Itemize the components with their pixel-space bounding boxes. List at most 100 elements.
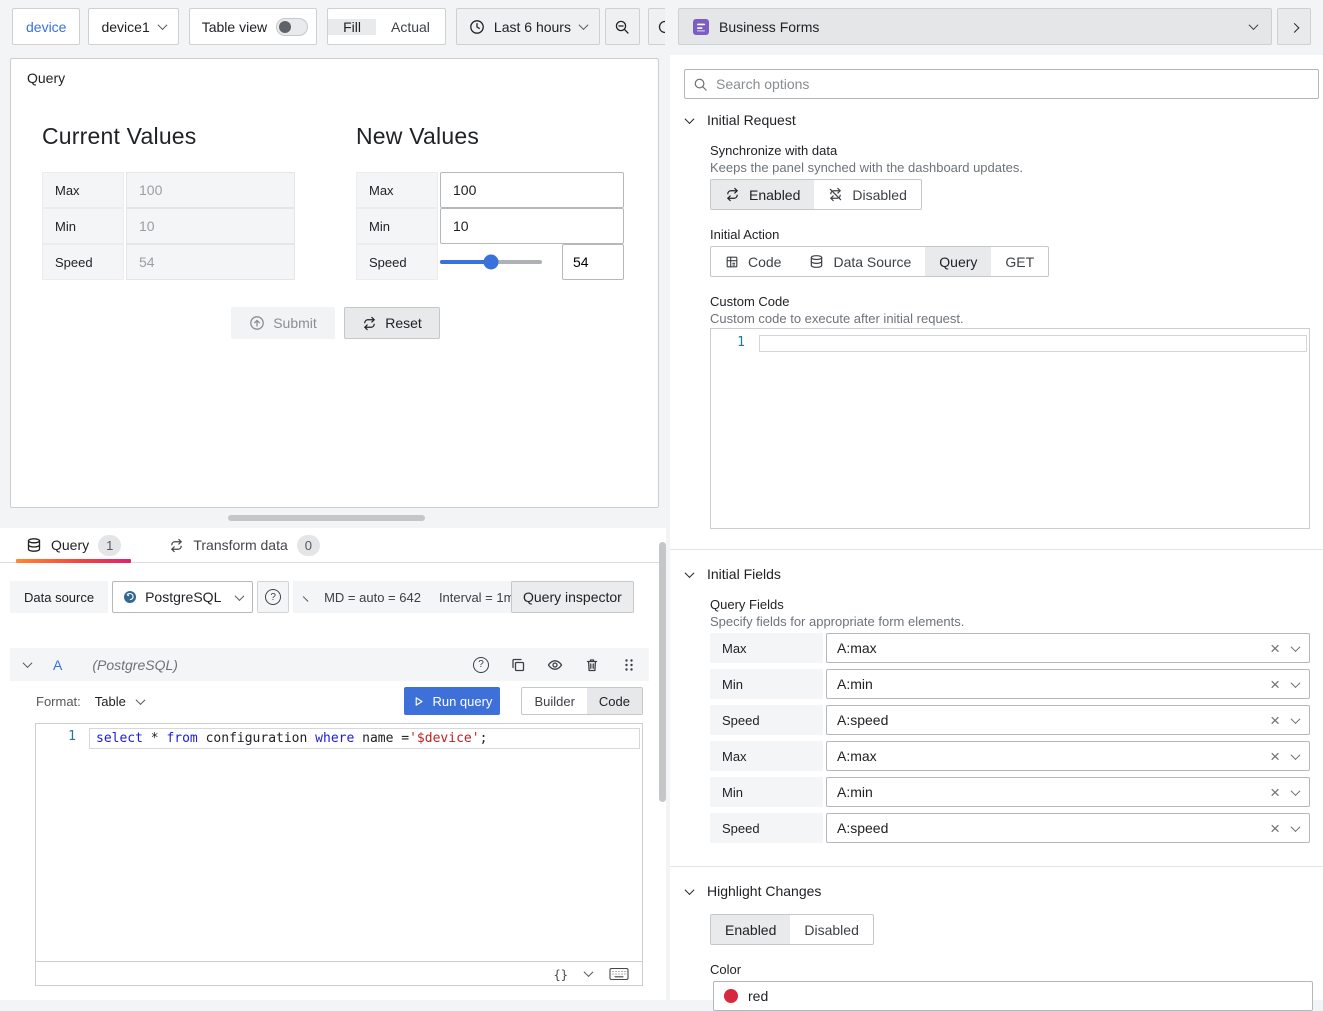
section-divider (670, 866, 1323, 867)
section-title: Initial Request (707, 112, 796, 128)
query-inspector-button[interactable]: Query inspector (511, 581, 634, 613)
section-initial-fields[interactable]: Initial Fields (686, 566, 781, 582)
field-label: Max (356, 172, 438, 208)
new-speed-input[interactable] (562, 244, 624, 280)
field-row-select[interactable]: A:max × (826, 633, 1310, 663)
variable-label: device (26, 19, 66, 35)
field-row-select[interactable]: A:min × (826, 669, 1310, 699)
line-number: 1 (711, 329, 759, 528)
left-pane-scrollbar[interactable] (659, 542, 666, 802)
initial-action-label: Initial Action (710, 227, 779, 242)
action-code-option[interactable]: Code (711, 247, 795, 276)
field-row: Max A:max × (710, 633, 1310, 663)
chevron-down-icon[interactable] (1291, 822, 1301, 832)
pane-resize-handle[interactable] (228, 515, 425, 521)
action-get-option[interactable]: GET (991, 247, 1048, 276)
clear-icon[interactable]: × (1270, 712, 1280, 729)
option-label: Data Source (833, 254, 911, 270)
fill-option[interactable]: Fill (328, 19, 376, 35)
collapse-options-button[interactable] (1277, 8, 1311, 45)
variable-value-dropdown[interactable]: device1 (88, 8, 178, 45)
chevron-down-icon[interactable] (23, 658, 33, 668)
datasource-bar: Data source PostgreSQL MD = auto = 642 I… (10, 581, 648, 613)
time-range-picker[interactable]: Last 6 hours (456, 8, 600, 45)
chevron-down-icon[interactable] (1291, 786, 1301, 796)
chevron-down-icon[interactable] (1291, 714, 1301, 724)
clear-icon[interactable]: × (1270, 784, 1280, 801)
sql-operator: * (151, 731, 167, 746)
datasource-picker[interactable]: PostgreSQL (112, 581, 253, 613)
query-row-header[interactable]: A (PostgreSQL) (10, 648, 649, 681)
color-select[interactable]: red (713, 981, 1313, 1011)
current-min-field (126, 208, 295, 244)
field-row-select[interactable]: A:min × (826, 777, 1310, 807)
refresh-button[interactable] (648, 8, 665, 45)
sync-enabled-option[interactable]: Enabled (711, 180, 814, 209)
run-query-button[interactable]: Run query (404, 687, 500, 715)
clear-icon[interactable]: × (1270, 820, 1280, 837)
new-min-input[interactable] (440, 208, 624, 244)
builder-option[interactable]: Builder (522, 688, 586, 714)
section-title: Initial Fields (707, 566, 781, 582)
submit-button[interactable]: Submit (231, 307, 335, 339)
search-input[interactable] (716, 76, 1310, 92)
reset-button[interactable]: Reset (344, 307, 440, 339)
copy-icon[interactable] (510, 657, 526, 673)
field-row-value: A:max (837, 748, 877, 764)
query-options-row[interactable]: MD = auto = 642 Interval = 1m (293, 581, 522, 613)
keyboard-icon[interactable] (609, 967, 629, 981)
code-option[interactable]: Code (587, 688, 642, 714)
field-row-select[interactable]: A:max × (826, 741, 1310, 771)
action-datasource-option[interactable]: Data Source (795, 247, 925, 276)
help-icon[interactable] (473, 657, 489, 673)
sql-code-editor[interactable]: 1 select * from configuration where name… (35, 723, 643, 962)
actual-option[interactable]: Actual (376, 19, 445, 35)
options-search[interactable] (684, 69, 1319, 99)
section-title: Highlight Changes (707, 883, 821, 899)
table-view-toggle[interactable] (276, 18, 308, 36)
clear-icon[interactable]: × (1270, 748, 1280, 765)
current-values-section: Current Values Max Min Speed (42, 123, 295, 280)
custom-code-editor[interactable]: 1 (710, 328, 1310, 529)
curly-braces-icon[interactable] (554, 966, 568, 982)
sync-disabled-option[interactable]: Disabled (814, 180, 920, 209)
tab-query[interactable]: Query 1 (16, 528, 131, 563)
chevron-down-icon[interactable] (1291, 750, 1301, 760)
action-query-option[interactable]: Query (925, 247, 991, 276)
field-row-label: Max (710, 741, 823, 771)
variable-value: device1 (101, 19, 149, 35)
field-row-value: A:min (837, 676, 873, 692)
speed-slider[interactable] (440, 260, 542, 264)
drag-handle-icon[interactable] (621, 657, 637, 673)
panel-type-selector[interactable]: Business Forms (678, 8, 1272, 45)
tab-label: Transform data (193, 537, 287, 553)
section-highlight-changes[interactable]: Highlight Changes (686, 883, 821, 899)
chevron-down-icon[interactable] (135, 695, 145, 705)
new-max-input[interactable] (440, 172, 624, 208)
zoom-out-button[interactable] (605, 8, 640, 45)
field-label: Speed (356, 244, 438, 280)
tab-transform-data[interactable]: Transform data 0 (159, 528, 330, 563)
chevron-down-icon[interactable] (584, 967, 594, 977)
form-row-max: Max (356, 172, 624, 208)
slider-handle[interactable] (484, 255, 499, 270)
highlight-disabled-option[interactable]: Disabled (790, 915, 872, 944)
code-area[interactable]: select * from configuration where name =… (89, 724, 642, 961)
section-initial-request[interactable]: Initial Request (686, 112, 796, 128)
chevron-down-icon[interactable] (1291, 678, 1301, 688)
trash-icon[interactable] (584, 657, 600, 673)
sql-line[interactable]: select * from configuration where name =… (89, 728, 640, 749)
clear-icon[interactable]: × (1270, 640, 1280, 657)
field-row-select[interactable]: A:speed × (826, 813, 1310, 843)
query-fields-list: Max A:max × Min A:min × Speed A:speed × (710, 633, 1310, 849)
business-forms-plugin-icon (693, 19, 709, 35)
question-circle-icon (265, 589, 281, 605)
field-row-select[interactable]: A:speed × (826, 705, 1310, 735)
empty-code-line[interactable] (759, 335, 1307, 352)
highlight-enabled-option[interactable]: Enabled (711, 915, 790, 944)
variable-name-chip: device (12, 8, 80, 45)
chevron-down-icon[interactable] (1291, 642, 1301, 652)
clear-icon[interactable]: × (1270, 676, 1280, 693)
eye-icon[interactable] (547, 657, 563, 673)
datasource-help-button[interactable] (257, 581, 289, 613)
